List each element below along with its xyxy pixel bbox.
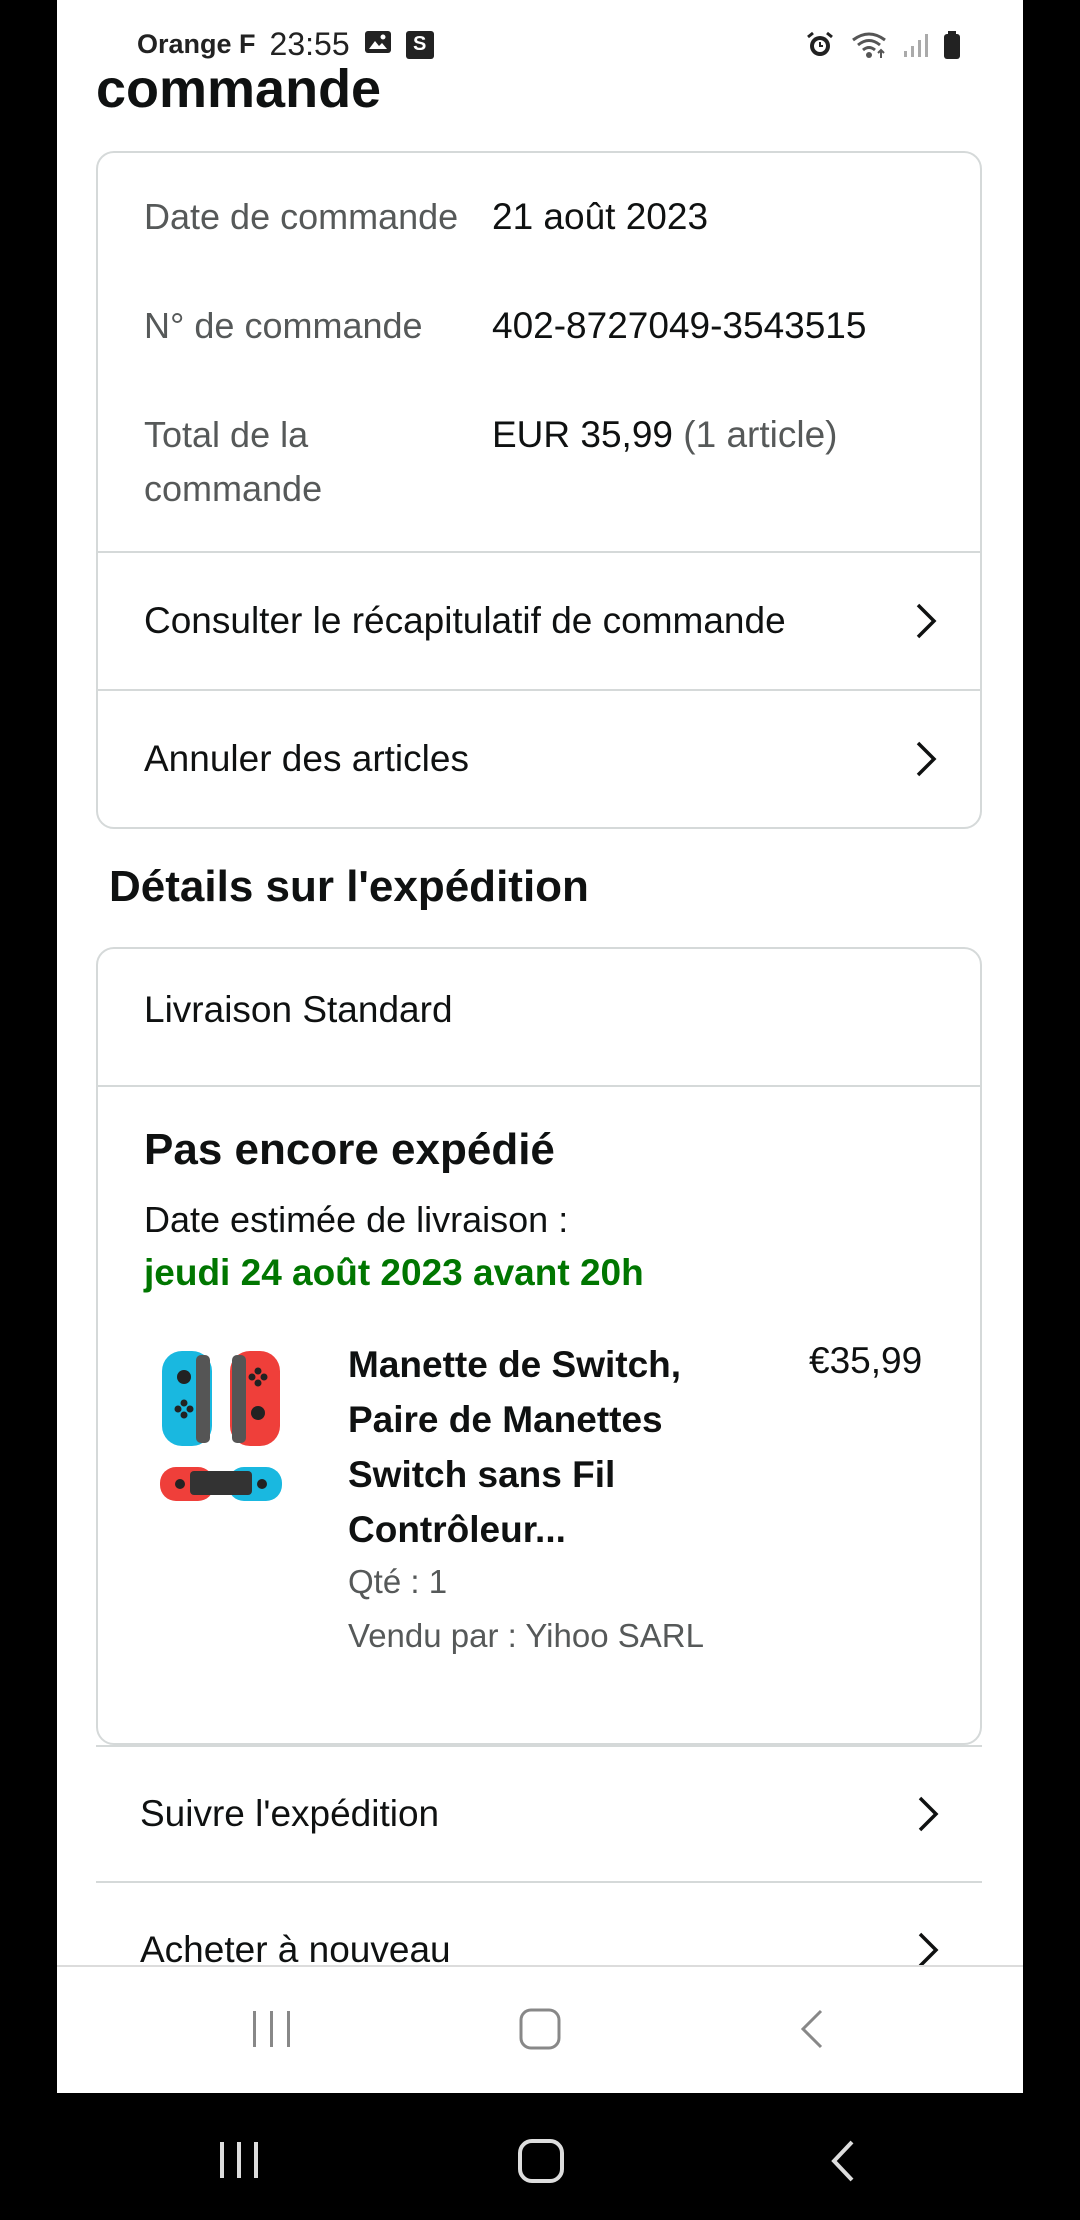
system-navigation-bar (57, 1965, 1023, 2093)
chevron-right-icon (918, 1932, 939, 1968)
order-summary-card: Date de commande 21 août 2023 N° de comm… (96, 151, 982, 829)
recents-icon[interactable] (249, 2007, 295, 2051)
order-date-row: Date de commande 21 août 2023 (144, 190, 708, 244)
cancel-items-label: Annuler des articles (144, 738, 469, 779)
chevron-right-icon (918, 1796, 939, 1832)
s-app-icon: S (405, 30, 434, 59)
product-title-link[interactable]: Manette de Switch, Paire de Manettes Swi… (348, 1337, 748, 1557)
wifi-icon (849, 30, 889, 65)
shipping-method: Livraison Standard (144, 989, 453, 1030)
back-icon[interactable] (797, 2007, 827, 2051)
order-total-label: Total de la commande (144, 414, 323, 509)
track-shipment-label: Suivre l'expédition (140, 1793, 440, 1834)
signal-icon (903, 31, 929, 64)
switch-controllers-image (160, 1351, 282, 1501)
order-total-amount: EUR 35,99 (492, 414, 673, 455)
carrier-name: Orange F (137, 29, 256, 59)
shipment-status: Pas encore expédié (144, 1125, 555, 1174)
order-total-value: EUR 35,99 (1 article) (492, 408, 837, 516)
chevron-right-icon (916, 603, 937, 639)
order-number-row: N° de commande 402-8727049-3543515 (144, 299, 866, 353)
product-image[interactable] (156, 1347, 286, 1507)
shipment-section-title: Détails sur l'expédition (109, 862, 589, 911)
page-title: commande (96, 59, 382, 119)
view-order-summary-link[interactable]: Consulter le récapitulatif de commande (98, 553, 980, 689)
shipment-card: Livraison Standard Pas encore expédié Da… (96, 947, 982, 1745)
order-date-value: 21 août 2023 (492, 196, 709, 237)
order-date-label: Date de commande (144, 196, 459, 237)
view-order-summary-label: Consulter le récapitulatif de commande (144, 600, 786, 641)
cancel-items-link[interactable]: Annuler des articles (98, 691, 980, 827)
alarm-icon (805, 30, 835, 65)
app-screen: Orange F 23:55 S commande Date de comman… (57, 0, 1023, 2093)
track-shipment-button[interactable]: Suivre l'expédition (96, 1745, 982, 1881)
estimated-delivery-label: Date estimée de livraison : (144, 1199, 569, 1240)
recents-icon[interactable] (216, 2138, 262, 2182)
product-quantity: Qté : 1 (348, 1563, 448, 1600)
home-icon[interactable] (518, 2007, 562, 2051)
order-total-row: Total de la commande EUR 35,99 (1 articl… (144, 408, 837, 516)
back-icon[interactable] (828, 2138, 858, 2184)
order-total-items: (1 article) (683, 414, 838, 455)
battery-icon (943, 30, 961, 65)
home-icon[interactable] (517, 2138, 565, 2184)
divider (98, 1085, 980, 1087)
order-number-value: 402-8727049-3543515 (492, 305, 867, 346)
product-seller: Vendu par : Yihoo SARL (348, 1617, 704, 1654)
chevron-right-icon (916, 741, 937, 777)
image-icon (364, 28, 392, 61)
product-price: €35,99 (809, 1340, 923, 1381)
estimated-delivery-date: jeudi 24 août 2023 avant 20h (144, 1252, 644, 1293)
device-navigation-bar (0, 2093, 1080, 2220)
order-number-label: N° de commande (144, 305, 423, 346)
